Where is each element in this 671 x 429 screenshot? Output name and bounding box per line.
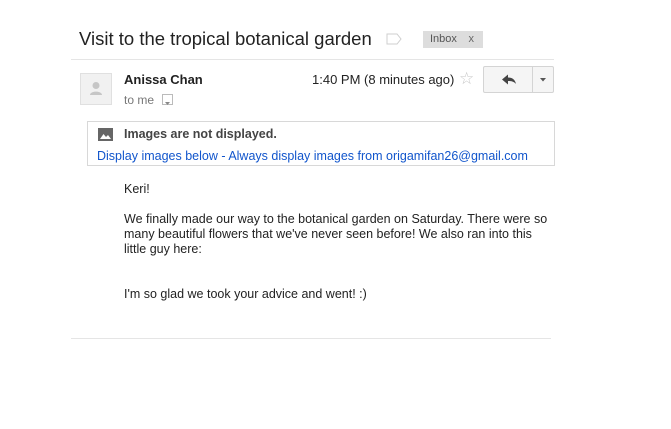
image-placeholder-icon [98, 128, 113, 141]
link-separator: - [217, 149, 229, 163]
reply-button[interactable] [484, 67, 532, 92]
caret-down-icon [165, 102, 170, 105]
caret-down-icon [540, 78, 546, 82]
sender-name[interactable]: Anissa Chan [124, 72, 203, 87]
show-details-button[interactable] [162, 94, 173, 105]
always-display-images-link[interactable]: Always display images from origamifan26@… [228, 149, 528, 163]
display-images-below-link[interactable]: Display images below [97, 149, 218, 163]
inbox-label-chip[interactable]: Inbox x [423, 31, 483, 48]
images-notice-title: Images are not displayed. [124, 127, 277, 141]
header-divider [71, 59, 554, 60]
reply-button-group [483, 66, 554, 93]
default-avatar-icon [90, 82, 102, 95]
more-options-button[interactable] [533, 67, 553, 92]
sender-avatar [80, 73, 112, 105]
remove-label-button[interactable]: x [469, 31, 475, 48]
message-body: Keri! We finally made our way to the bot… [124, 182, 554, 302]
body-greeting: Keri! [124, 182, 150, 196]
body-paragraph: We finally made our way to the botanical… [124, 212, 548, 256]
email-subject: Visit to the tropical botanical garden [79, 28, 372, 49]
reply-arrow-icon [502, 74, 516, 85]
body-paragraph: I'm so glad we took your advice and went… [124, 287, 367, 301]
star-icon[interactable]: ☆ [459, 69, 474, 89]
label-tag-icon[interactable] [386, 33, 402, 45]
message-divider [71, 338, 551, 339]
inbox-label-text: Inbox [430, 33, 457, 45]
images-notice-links: Display images below - Always display im… [97, 149, 528, 163]
images-notice: Images are not displayed. Display images… [87, 121, 555, 166]
message-timestamp: 1:40 PM (8 minutes ago) [312, 72, 455, 87]
recipient-line: to me [124, 93, 155, 107]
